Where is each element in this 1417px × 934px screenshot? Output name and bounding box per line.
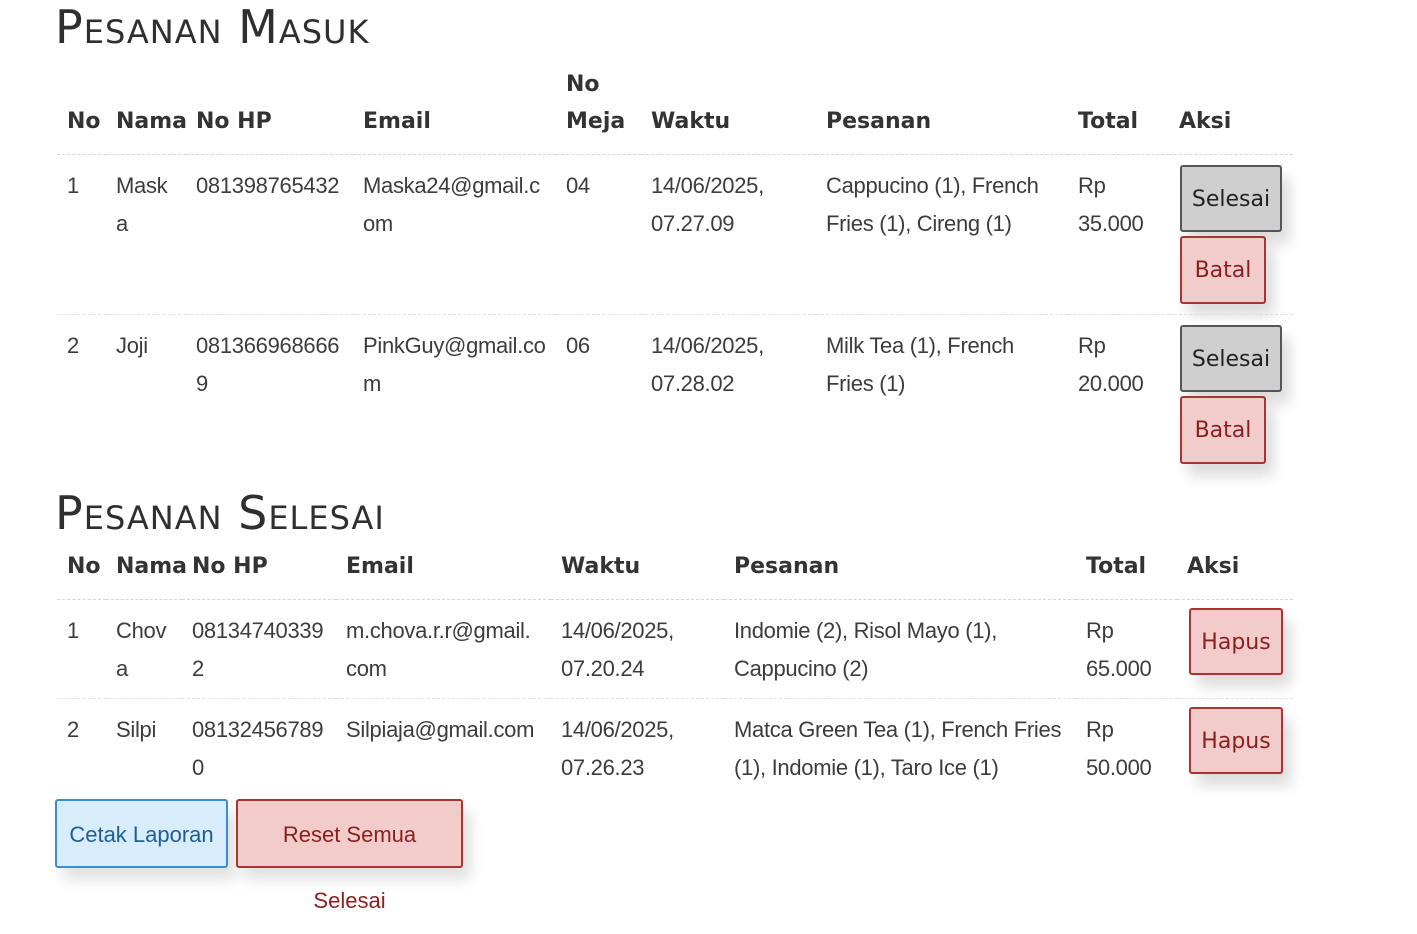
section-title-pesanan-selesai: Pesanan Selesai bbox=[55, 486, 385, 540]
hapus-button[interactable]: Hapus bbox=[1189, 707, 1283, 774]
cell-aksi: Selesai Batal bbox=[1169, 154, 1293, 315]
table-row: 2 Silpi 081324567890 Silpiaja@gmail.com … bbox=[57, 699, 1293, 798]
cell-no-hp: 081324567890 bbox=[192, 717, 324, 780]
cell-pesanan: Cappucino (1), French Fries (1), Cireng … bbox=[816, 154, 1068, 315]
cell-waktu: 14/06/2025, 07.26.23 bbox=[561, 717, 674, 780]
cell-aksi: Selesai Batal bbox=[1169, 315, 1293, 475]
table-row: 1 Chova 081347403392 m.chova.r.r@gmail.c… bbox=[57, 599, 1293, 699]
header-total: Total bbox=[1068, 66, 1169, 155]
table-pesanan-masuk: No Nama No HP Email No Meja Waktu Pesana… bbox=[57, 66, 1293, 474]
cell-email: m.chova.r.r@gmail.com bbox=[336, 599, 551, 699]
cell-waktu: 14/06/2025, 07.20.24 bbox=[551, 599, 724, 699]
cell-total: Rp 35.000 bbox=[1068, 154, 1169, 315]
cell-nama: Maska bbox=[106, 154, 186, 315]
cell-no-meja: 06 bbox=[566, 333, 590, 358]
header-aksi: Aksi bbox=[1177, 548, 1293, 600]
cell-pesanan: Matca Green Tea (1), French Fries (1), I… bbox=[734, 717, 1062, 780]
header-nama: Nama bbox=[106, 548, 187, 600]
cell-no-meja: 04 bbox=[556, 154, 641, 315]
table-row: 1 Maska 081398765432 Maska24@gmail.com 0… bbox=[57, 154, 1293, 315]
cell-nama: Joji bbox=[116, 333, 148, 358]
cell-email: PinkGuy@gmail.com bbox=[363, 333, 546, 396]
table-header-row: No Nama No HP Email No Meja Waktu Pesana… bbox=[57, 66, 1293, 155]
batal-button[interactable]: Batal bbox=[1180, 396, 1266, 464]
selesai-button[interactable]: Selesai bbox=[1180, 325, 1282, 392]
cell-total: Rp 65.000 bbox=[1076, 599, 1177, 699]
cell-pesanan: Milk Tea (1), French Fries (1) bbox=[826, 333, 1014, 396]
hapus-button[interactable]: Hapus bbox=[1189, 608, 1283, 675]
cell-waktu: 14/06/2025, 07.28.02 bbox=[651, 333, 764, 396]
header-waktu: Waktu bbox=[641, 66, 816, 155]
header-waktu: Waktu bbox=[551, 548, 724, 600]
cell-pesanan: Indomie (2), Risol Mayo (1), Cappucino (… bbox=[724, 599, 1076, 699]
cell-aksi: Hapus bbox=[1177, 699, 1293, 798]
cell-no: 1 bbox=[57, 599, 106, 699]
cell-total: Rp 50.000 bbox=[1086, 717, 1152, 780]
table-header-row: No Nama No HP Email Waktu Pesanan Total … bbox=[57, 548, 1293, 600]
table-pesanan-selesai: No Nama No HP Email Waktu Pesanan Total … bbox=[57, 548, 1293, 797]
cetak-laporan-button[interactable]: Cetak Laporan bbox=[55, 799, 228, 868]
header-email: Email bbox=[336, 548, 551, 600]
header-no-hp: No HP bbox=[182, 548, 336, 600]
reset-semua-selesai-button[interactable]: Reset Semua Selesai bbox=[236, 799, 463, 913]
page: Pesanan Masuk No Nama No HP Email No Mej… bbox=[0, 0, 1417, 913]
header-no-meja: No Meja bbox=[556, 66, 641, 155]
header-no: No bbox=[57, 66, 106, 155]
section-title-pesanan-masuk: Pesanan Masuk bbox=[55, 0, 370, 54]
batal-button[interactable]: Batal bbox=[1180, 236, 1266, 304]
header-pesanan: Pesanan bbox=[816, 66, 1068, 155]
cell-waktu: 14/06/2025, 07.27.09 bbox=[641, 154, 816, 315]
table-row: 2 Joji 0813669686669 PinkGuy@gmail.com 0… bbox=[57, 315, 1293, 475]
cell-email: Silpiaja@gmail.com bbox=[346, 717, 535, 742]
header-total: Total bbox=[1076, 548, 1177, 600]
cell-nama: Chova bbox=[106, 599, 182, 699]
selesai-button[interactable]: Selesai bbox=[1180, 165, 1282, 232]
header-pesanan: Pesanan bbox=[724, 548, 1076, 600]
cell-no-hp: 0813669686669 bbox=[196, 333, 340, 396]
cell-no: 2 bbox=[67, 333, 79, 358]
cell-no: 2 bbox=[67, 717, 79, 742]
header-no-hp: No HP bbox=[186, 66, 353, 155]
cell-total: Rp 20.000 bbox=[1078, 333, 1144, 396]
header-aksi: Aksi bbox=[1169, 66, 1293, 155]
header-nama: Nama bbox=[106, 66, 187, 155]
cell-no-hp: 081347403392 bbox=[182, 599, 336, 699]
cell-email: Maska24@gmail.com bbox=[353, 154, 556, 315]
cell-aksi: Hapus bbox=[1177, 599, 1293, 699]
cell-no: 1 bbox=[57, 154, 106, 315]
header-email: Email bbox=[353, 66, 556, 155]
cell-no-hp: 081398765432 bbox=[186, 154, 353, 315]
cell-nama: Silpi bbox=[116, 717, 157, 742]
header-no: No bbox=[57, 548, 106, 600]
